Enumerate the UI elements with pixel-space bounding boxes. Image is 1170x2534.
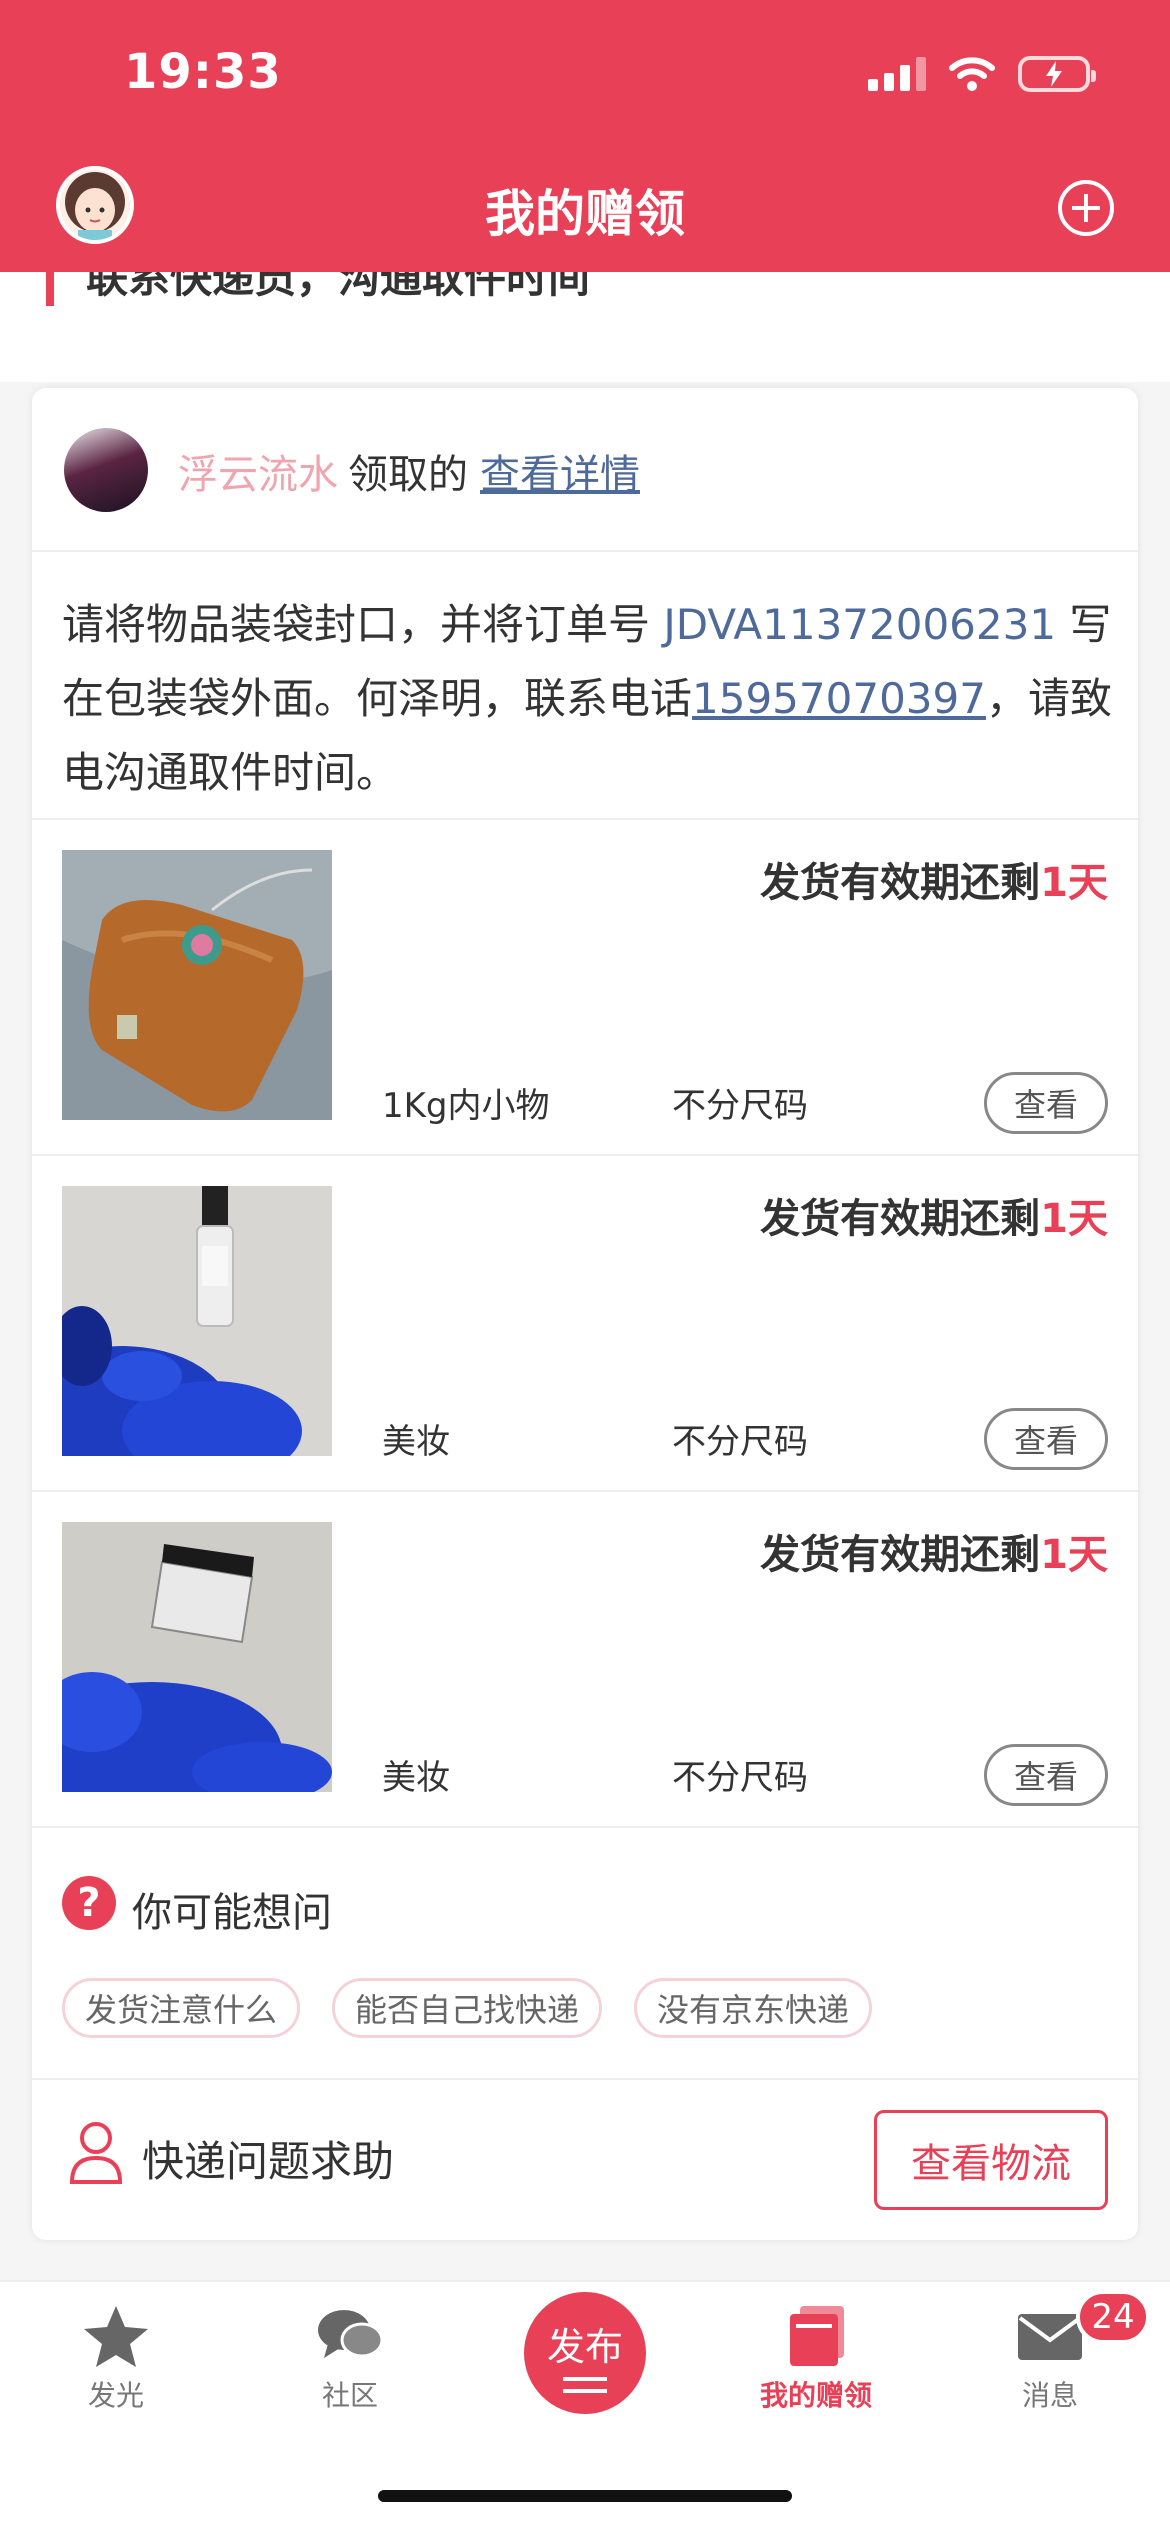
faq-title: 你可能想问 bbox=[132, 1890, 332, 1936]
envelope-icon bbox=[1018, 2314, 1082, 2360]
tab-label: 社区 bbox=[321, 2379, 378, 2412]
step-marker bbox=[46, 272, 54, 306]
scrolled-step-section: 联系快递员，沟通取件时间 bbox=[0, 272, 1170, 382]
publish-button[interactable]: 发布 bbox=[524, 2292, 646, 2414]
view-logistics-button[interactable]: 查看物流 bbox=[874, 2110, 1108, 2210]
shipping-deadline: 发货有效期还剩1天 bbox=[760, 1522, 1108, 1580]
faq-tag[interactable]: 没有京东快递 bbox=[634, 1978, 873, 2038]
item-category: 美妆 bbox=[382, 1758, 450, 1798]
item-image[interactable] bbox=[62, 1186, 332, 1456]
courier-help-row: 快递问题求助 查看物流 bbox=[32, 2080, 1138, 2240]
tab-label: 我的赠领 bbox=[759, 2379, 872, 2412]
chat-bubbles-icon bbox=[318, 2310, 384, 2358]
wifi-icon bbox=[949, 57, 995, 91]
tab-label: 发光 bbox=[87, 2379, 144, 2412]
item-image[interactable] bbox=[62, 1522, 332, 1792]
claimer-avatar[interactable] bbox=[64, 428, 148, 512]
claimer-row: 浮云流水 领取的 查看详情 bbox=[32, 388, 1138, 552]
app-header: 19:33 我的赠领 bbox=[0, 0, 1170, 272]
tab-glow[interactable]: 发光 bbox=[26, 2300, 206, 2414]
courier-help-label[interactable]: 快递问题求助 bbox=[142, 2128, 394, 2189]
tab-community[interactable]: 社区 bbox=[260, 2300, 440, 2414]
phone-link[interactable]: 15957070397 bbox=[692, 674, 986, 723]
item-category: 1Kg内小物 bbox=[382, 1086, 550, 1126]
view-item-button[interactable]: 查看 bbox=[984, 1408, 1108, 1470]
deadline-days: 1天 bbox=[1040, 1196, 1108, 1242]
faq-tags: 发货注意什么 能否自己找快递 没有京东快递 bbox=[62, 1978, 873, 2038]
star-icon bbox=[84, 2306, 148, 2367]
publish-label: 发布 bbox=[546, 2325, 623, 2369]
shipping-deadline: 发货有效期还剩1天 bbox=[760, 1186, 1108, 1244]
divider bbox=[32, 1826, 1138, 1828]
item-image[interactable] bbox=[62, 850, 332, 1120]
shipping-deadline: 发货有效期还剩1天 bbox=[760, 850, 1108, 908]
item-size: 不分尺码 bbox=[672, 1086, 808, 1126]
signal-icon bbox=[868, 57, 926, 91]
view-details-link[interactable]: 查看详情 bbox=[480, 452, 640, 498]
question-icon: ? bbox=[62, 1876, 116, 1930]
item-size: 不分尺码 bbox=[672, 1758, 808, 1798]
view-item-button[interactable]: 查看 bbox=[984, 1744, 1108, 1806]
deadline-days: 1天 bbox=[1040, 860, 1108, 906]
item-row[interactable]: 发货有效期还剩1天 美妆 不分尺码 查看 bbox=[32, 1156, 1138, 1490]
claimer-line: 浮云流水 领取的 查看详情 bbox=[178, 442, 640, 500]
claimer-verb: 领取的 bbox=[348, 452, 468, 498]
claim-card: 浮云流水 领取的 查看详情 请将物品装袋封口，并将订单号 JDVA113720062… bbox=[32, 388, 1138, 2240]
item-row[interactable]: 发货有效期还剩1天 美妆 不分尺码 查看 bbox=[32, 1492, 1138, 1826]
step-text: 联系快递员，沟通取件时间 bbox=[86, 272, 591, 302]
status-icons bbox=[868, 56, 1096, 92]
deadline-days: 1天 bbox=[1040, 1532, 1108, 1578]
status-time: 19:33 bbox=[124, 44, 282, 100]
item-size: 不分尺码 bbox=[672, 1422, 808, 1462]
claimer-name[interactable]: 浮云流水 bbox=[178, 452, 338, 498]
deadline-label: 发货有效期还剩 bbox=[760, 1532, 1041, 1578]
faq-section: ? 你可能想问 发货注意什么 能否自己找快递 没有京东快递 bbox=[32, 1844, 1138, 2068]
person-icon bbox=[69, 2122, 123, 2184]
battery-icon bbox=[1018, 56, 1096, 92]
order-number[interactable]: JDVA11372006231 bbox=[663, 600, 1056, 649]
deadline-label: 发货有效期还剩 bbox=[760, 860, 1041, 906]
page-title: 我的赠领 bbox=[485, 185, 685, 243]
menu-lines-icon bbox=[563, 2377, 607, 2393]
tab-my-gifts[interactable]: 我的赠领 bbox=[726, 2300, 906, 2414]
faq-tag[interactable]: 发货注意什么 bbox=[62, 1978, 301, 2038]
deadline-label: 发货有效期还剩 bbox=[760, 1196, 1041, 1242]
item-row[interactable]: 发货有效期还剩1天 1Kg内小物 不分尺码 查看 bbox=[32, 820, 1138, 1154]
item-category: 美妆 bbox=[382, 1422, 450, 1462]
faq-tag[interactable]: 能否自己找快递 bbox=[332, 1978, 603, 2038]
packing-instructions: 请将物品装袋封口，并将订单号 JDVA11372006231 写在包装袋外面。何… bbox=[62, 588, 1112, 810]
tab-label: 消息 bbox=[1021, 2379, 1078, 2412]
instruction-text-1: 请将物品装袋封口，并将订单号 bbox=[62, 600, 664, 649]
add-button[interactable] bbox=[1058, 180, 1114, 236]
unread-badge: 24 bbox=[1076, 2290, 1150, 2344]
home-indicator[interactable] bbox=[378, 2490, 792, 2502]
gift-cards-icon bbox=[790, 2306, 844, 2366]
view-item-button[interactable]: 查看 bbox=[984, 1072, 1108, 1134]
